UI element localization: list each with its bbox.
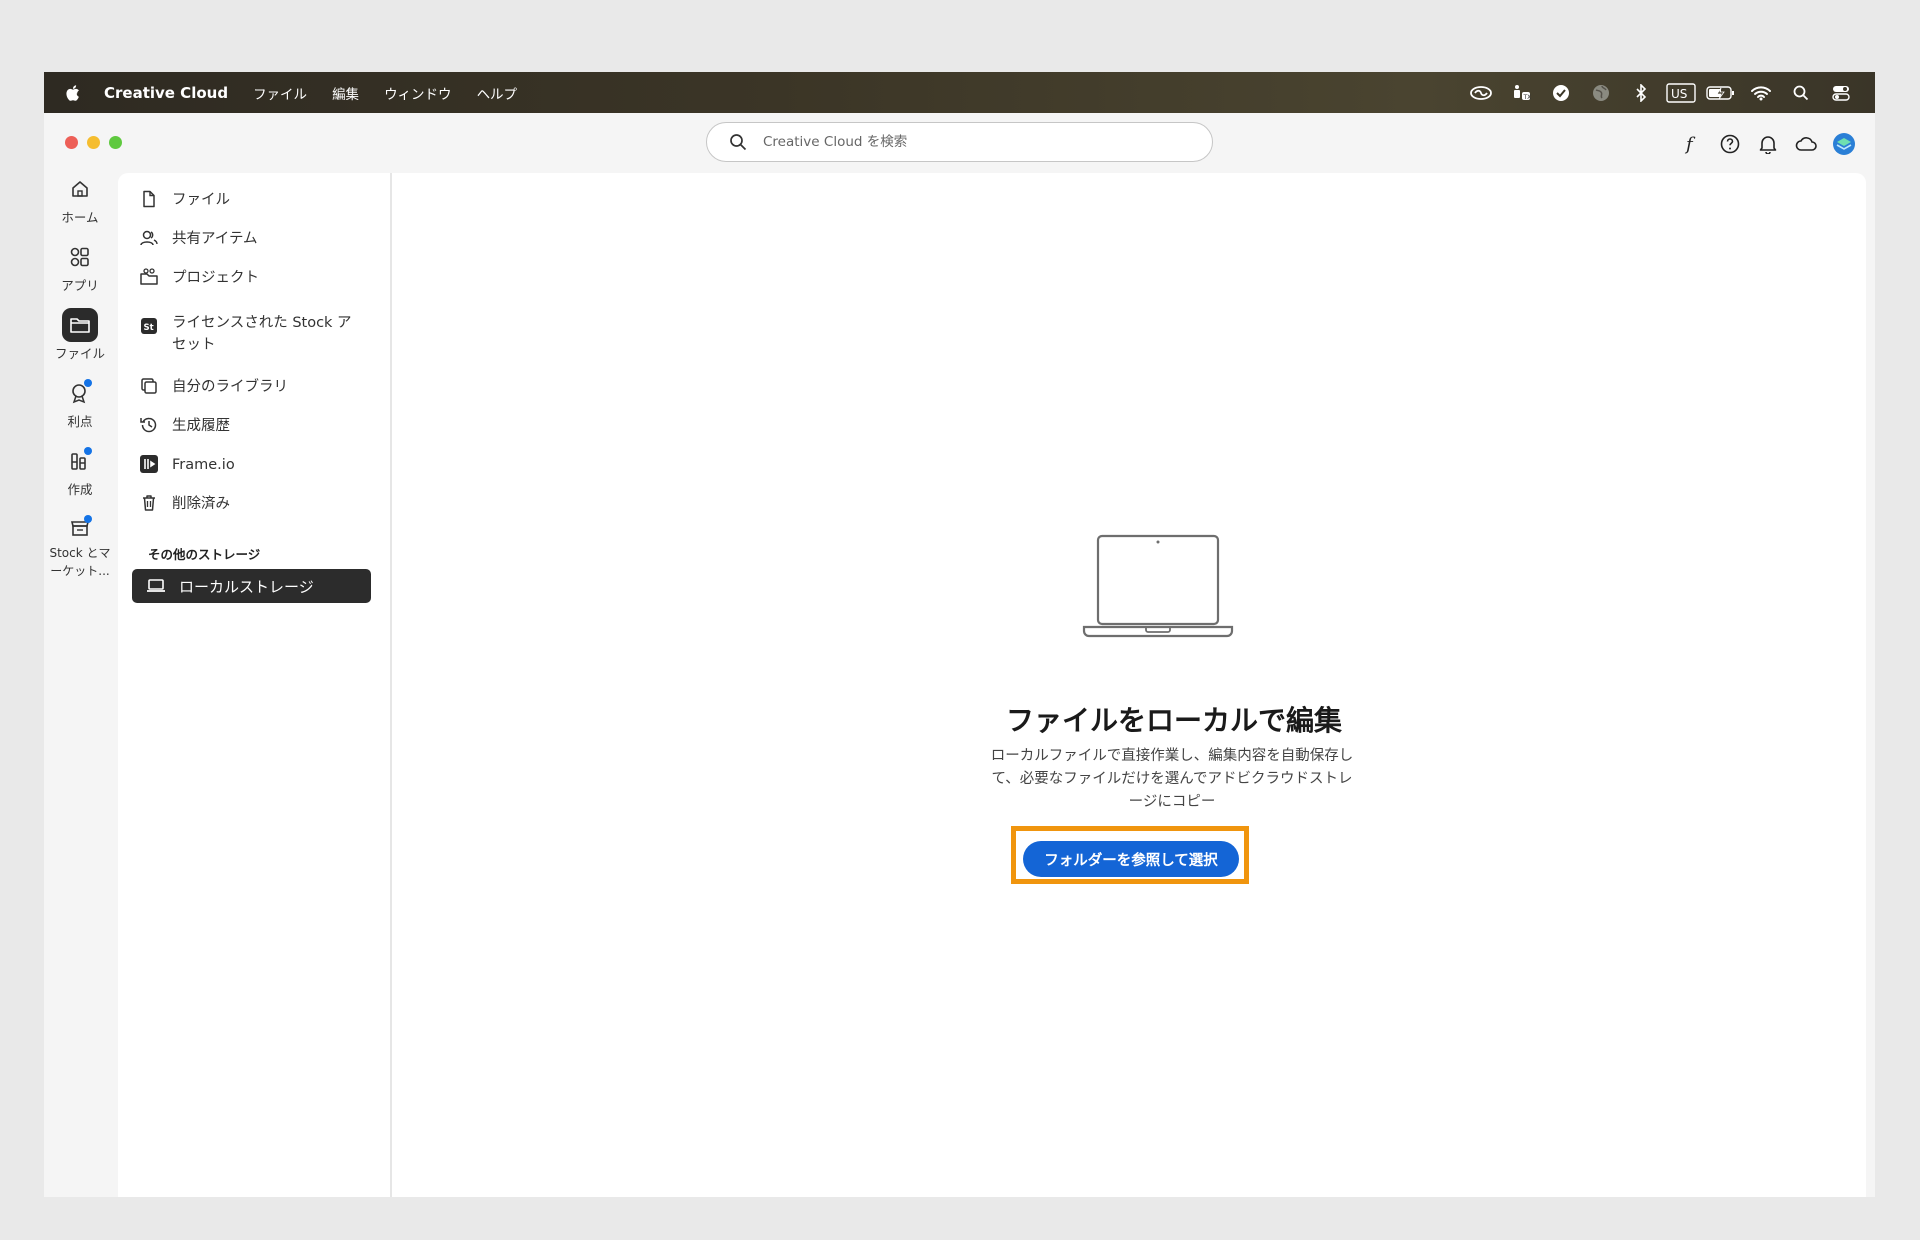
nav-label-frameio: Frame.io	[172, 457, 235, 473]
window-controls	[65, 136, 122, 149]
svg-text:f: f	[1684, 134, 1696, 154]
other-storage-heading: その他のストレージ	[148, 547, 261, 562]
search-bar[interactable]	[706, 122, 1213, 162]
creative-cloud-icon[interactable]	[1461, 72, 1501, 113]
app-window: Creative Cloud ファイル 編集 ウィンドウ ヘルプ TX US C…	[44, 72, 1875, 1197]
menu-bar: Creative Cloud ファイル 編集 ウィンドウ ヘルプ TX US	[44, 72, 1875, 113]
rail-label-files: ファイル	[54, 346, 105, 361]
globe-icon[interactable]	[1581, 72, 1621, 113]
close-button[interactable]	[65, 136, 78, 149]
apps-icon	[62, 240, 98, 274]
frameio-icon	[138, 454, 160, 474]
library-icon	[138, 376, 160, 396]
check-circle-icon[interactable]	[1541, 72, 1581, 113]
svg-text:St: St	[144, 323, 154, 333]
rail-item-create[interactable]: 作成	[44, 444, 116, 512]
home-icon	[62, 172, 98, 206]
zoom-button[interactable]	[109, 136, 122, 149]
rail-item-stock-market[interactable]: Stock とマーケット...	[44, 512, 116, 580]
accessibility-icon[interactable]: TX	[1501, 72, 1541, 113]
avatar[interactable]	[1825, 130, 1863, 158]
stock-market-icon	[62, 512, 98, 541]
empty-state-description: ローカルファイルで直接作業し、編集内容を自動保存して、必要なファイルだけを選んで…	[990, 748, 1354, 810]
shared-users-icon	[138, 228, 160, 248]
notification-badge	[84, 447, 92, 455]
nav-item-files[interactable]: ファイル	[138, 189, 378, 211]
rail-label-benefits: 利点	[67, 414, 93, 429]
input-source-label: US	[1671, 87, 1687, 101]
project-icon	[138, 267, 160, 287]
laptop-icon	[145, 576, 167, 596]
nav-item-licensed-stock[interactable]: St ライセンスされた Stock アセット	[138, 312, 378, 356]
menu-edit[interactable]: 編集	[332, 83, 359, 103]
nav-item-deleted[interactable]: 削除済み	[138, 493, 378, 515]
files-nav-panel: ファイル 共有アイテム プロジェクト St ライセンスされた Stock アセッ…	[118, 173, 392, 1197]
nav-item-projects[interactable]: プロジェクト	[138, 267, 378, 289]
menu-file[interactable]: ファイル	[253, 83, 307, 103]
search-input[interactable]	[761, 133, 1165, 151]
bluetooth-icon[interactable]	[1621, 72, 1661, 113]
main-content: ファイルをローカルで編集 ローカルファイルで直接作業し、編集内容を自動保存して、…	[392, 173, 1866, 1197]
rail-item-home[interactable]: ホーム	[44, 172, 116, 240]
history-icon	[138, 415, 160, 435]
rail-item-benefits[interactable]: 利点	[44, 376, 116, 444]
toolbar-icons: f	[1673, 130, 1863, 158]
rail-label-create: 作成	[67, 482, 93, 497]
spotlight-search-icon[interactable]	[1781, 72, 1821, 113]
browse-folder-button[interactable]: フォルダーを参照して選択	[1023, 841, 1239, 877]
folder-icon	[62, 308, 98, 342]
menu-help[interactable]: ヘルプ	[477, 83, 518, 103]
input-source-icon[interactable]: US	[1661, 72, 1701, 113]
benefits-icon	[62, 376, 98, 410]
nav-label-local-storage: ローカルストレージ	[179, 577, 314, 596]
nav-label-shared: 共有アイテム	[172, 231, 258, 247]
nav-item-frameio[interactable]: Frame.io	[138, 454, 378, 476]
rail-item-apps[interactable]: アプリ	[44, 240, 116, 308]
create-icon	[62, 444, 98, 478]
nav-label-files: ファイル	[172, 192, 230, 208]
nav-label-projects: プロジェクト	[172, 270, 259, 286]
help-icon[interactable]	[1711, 130, 1749, 158]
document-icon	[138, 189, 160, 209]
nav-label-history: 生成履歴	[172, 418, 230, 434]
menu-window[interactable]: ウィンドウ	[384, 83, 452, 103]
stock-icon: St	[138, 316, 160, 336]
empty-state-title: ファイルをローカルで編集	[1006, 704, 1343, 737]
rail-label-home: ホーム	[61, 210, 99, 225]
nav-item-local-storage[interactable]: ローカルストレージ	[132, 569, 371, 603]
svg-text:TX: TX	[1523, 94, 1532, 101]
battery-icon[interactable]	[1701, 72, 1741, 113]
minimize-button[interactable]	[87, 136, 100, 149]
bell-icon[interactable]	[1749, 130, 1787, 158]
search-icon	[729, 133, 747, 151]
notification-badge	[84, 515, 92, 523]
primary-rail: ホーム アプリ ファイル 利点 作成 Stock とマーケット...	[44, 172, 116, 580]
nav-label-licensed-stock: ライセンスされた Stock アセット	[172, 315, 352, 353]
rail-label-apps: アプリ	[61, 278, 99, 293]
app-name-menu[interactable]: Creative Cloud	[104, 84, 228, 102]
control-center-icon[interactable]	[1821, 72, 1861, 113]
notification-badge	[84, 379, 92, 387]
apple-icon[interactable]	[64, 84, 82, 102]
laptop-illustration	[1082, 534, 1234, 638]
fonts-icon[interactable]: f	[1673, 130, 1711, 158]
status-area: TX US	[1461, 72, 1861, 113]
wifi-icon[interactable]	[1741, 72, 1781, 113]
nav-item-history[interactable]: 生成履歴	[138, 415, 378, 437]
rail-label-stock-market: Stock とマーケット...	[49, 546, 111, 578]
rail-item-files[interactable]: ファイル	[44, 308, 116, 376]
trash-icon	[138, 493, 160, 513]
nav-label-my-library: 自分のライブラリ	[172, 379, 288, 395]
nav-item-shared[interactable]: 共有アイテム	[138, 228, 378, 250]
cloud-icon[interactable]	[1787, 130, 1825, 158]
nav-label-deleted: 削除済み	[172, 496, 230, 512]
nav-item-my-library[interactable]: 自分のライブラリ	[138, 376, 378, 398]
